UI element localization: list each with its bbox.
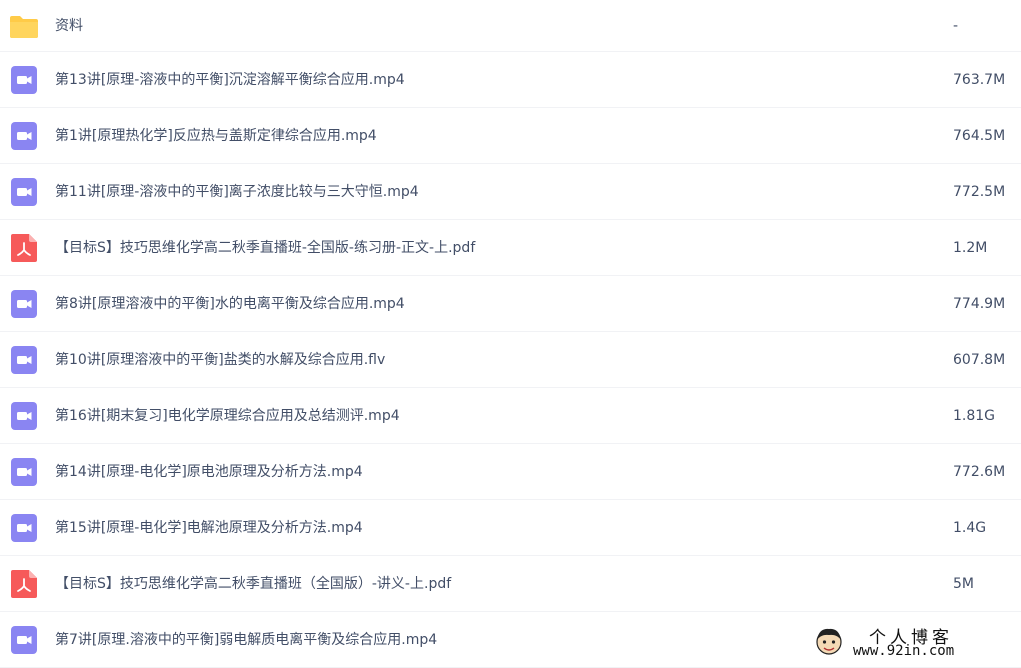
video-icon bbox=[9, 625, 39, 655]
file-size: 763.7M bbox=[953, 71, 1006, 88]
file-row-6[interactable]: 第10讲[原理溶液中的平衡]盐类的水解及综合应用.flv 607.8M bbox=[0, 332, 1021, 388]
watermark-url: www.92in.com bbox=[853, 643, 955, 659]
file-row-0[interactable]: 资料 - bbox=[0, 0, 1021, 52]
file-name: 第11讲[原理-溶液中的平衡]离子浓度比较与三大守恒.mp4 bbox=[55, 183, 419, 200]
file-size: 607.8M bbox=[953, 351, 1006, 368]
file-row-5[interactable]: 第8讲[原理溶液中的平衡]水的电离平衡及综合应用.mp4 774.9M bbox=[0, 276, 1021, 332]
folder-icon bbox=[9, 11, 39, 41]
file-name: 第10讲[原理溶液中的平衡]盐类的水解及综合应用.flv bbox=[55, 351, 386, 368]
file-size: 772.6M bbox=[953, 463, 1006, 480]
file-size: 764.5M bbox=[953, 127, 1006, 144]
cartoon-face-icon bbox=[813, 625, 845, 657]
file-row-9[interactable]: 第15讲[原理-电化学]电解池原理及分析方法.mp4 1.4G bbox=[0, 500, 1021, 556]
video-icon bbox=[9, 177, 39, 207]
file-size: 1.81G bbox=[953, 407, 996, 424]
video-icon bbox=[9, 121, 39, 151]
file-name: 第1讲[原理热化学]反应热与盖斯定律综合应用.mp4 bbox=[55, 127, 377, 144]
file-name: 第15讲[原理-电化学]电解池原理及分析方法.mp4 bbox=[55, 519, 363, 536]
video-icon bbox=[9, 65, 39, 95]
file-name: 资料 bbox=[55, 17, 83, 34]
file-size: 5M bbox=[953, 575, 974, 592]
video-icon bbox=[9, 457, 39, 487]
file-row-4[interactable]: 【目标S】技巧思维化学高二秋季直播班-全国版-练习册-正文-上.pdf 1.2M bbox=[0, 220, 1021, 276]
video-icon bbox=[9, 513, 39, 543]
file-row-8[interactable]: 第14讲[原理-电化学]原电池原理及分析方法.mp4 772.6M bbox=[0, 444, 1021, 500]
file-name: 【目标S】技巧思维化学高二秋季直播班（全国版）-讲义-上.pdf bbox=[55, 575, 452, 592]
file-size: 1.2M bbox=[953, 239, 988, 256]
file-row-2[interactable]: 第1讲[原理热化学]反应热与盖斯定律综合应用.mp4 764.5M bbox=[0, 108, 1021, 164]
video-icon bbox=[9, 401, 39, 431]
file-size: 774.9M bbox=[953, 295, 1006, 312]
pdf-icon bbox=[9, 233, 39, 263]
file-row-7[interactable]: 第16讲[期末复习]电化学原理综合应用及总结测评.mp4 1.81G bbox=[0, 388, 1021, 444]
watermark: 个人博客 www.92in.com bbox=[813, 623, 1003, 661]
file-name: 第16讲[期末复习]电化学原理综合应用及总结测评.mp4 bbox=[55, 407, 400, 424]
file-row-3[interactable]: 第11讲[原理-溶液中的平衡]离子浓度比较与三大守恒.mp4 772.5M bbox=[0, 164, 1021, 220]
file-name: 第7讲[原理.溶液中的平衡]弱电解质电离平衡及综合应用.mp4 bbox=[55, 631, 438, 648]
video-icon bbox=[9, 289, 39, 319]
file-name: 第13讲[原理-溶液中的平衡]沉淀溶解平衡综合应用.mp4 bbox=[55, 71, 405, 88]
file-name: 【目标S】技巧思维化学高二秋季直播班-全国版-练习册-正文-上.pdf bbox=[55, 239, 476, 256]
file-row-10[interactable]: 【目标S】技巧思维化学高二秋季直播班（全国版）-讲义-上.pdf 5M bbox=[0, 556, 1021, 612]
file-size: 772.5M bbox=[953, 183, 1006, 200]
file-row-1[interactable]: 第13讲[原理-溶液中的平衡]沉淀溶解平衡综合应用.mp4 763.7M bbox=[0, 52, 1021, 108]
file-name: 第14讲[原理-电化学]原电池原理及分析方法.mp4 bbox=[55, 463, 363, 480]
file-size: - bbox=[953, 17, 959, 34]
file-size: 1.4G bbox=[953, 519, 987, 536]
pdf-icon bbox=[9, 569, 39, 599]
file-name: 第8讲[原理溶液中的平衡]水的电离平衡及综合应用.mp4 bbox=[55, 295, 405, 312]
file-list: 资料 - 第13讲[原理-溶液中的平衡]沉淀溶解平衡综合应用.mp4 763.7… bbox=[0, 0, 1021, 668]
video-icon bbox=[9, 345, 39, 375]
